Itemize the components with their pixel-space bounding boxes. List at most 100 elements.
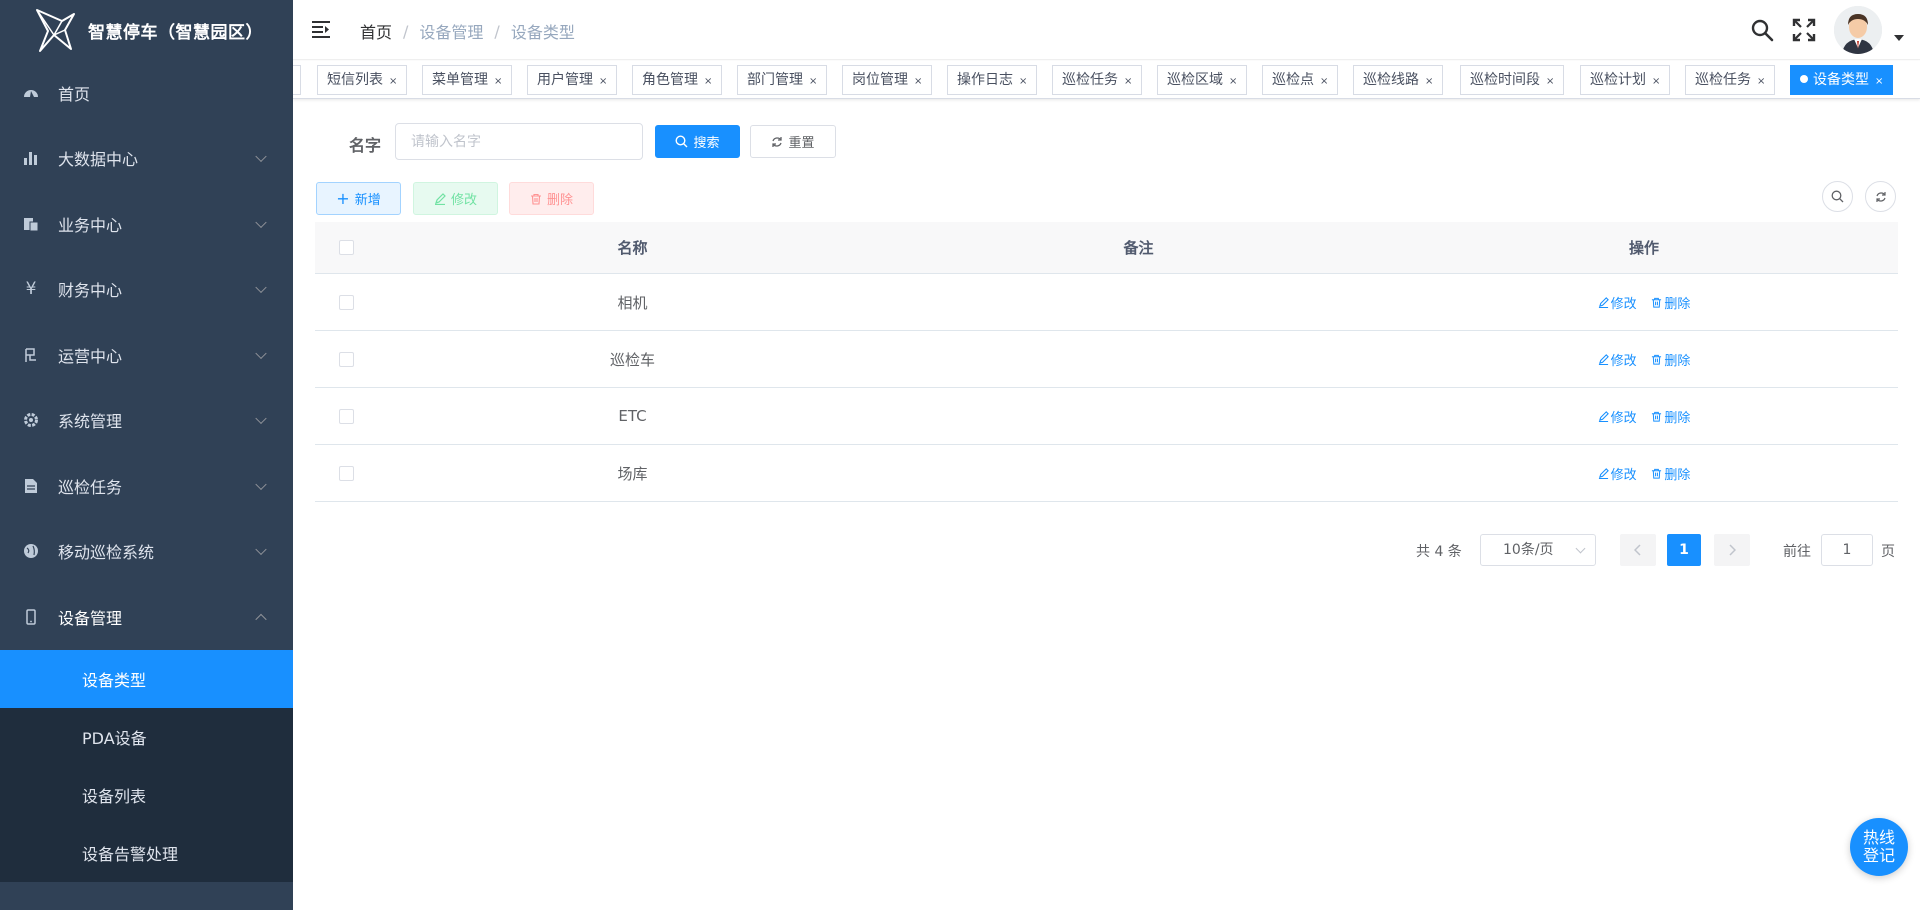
close-icon[interactable]: ×	[389, 76, 397, 87]
row-checkbox[interactable]	[339, 408, 354, 424]
close-icon[interactable]: ×	[809, 76, 817, 87]
reset-button[interactable]: 重置	[750, 125, 836, 158]
breadcrumb-home[interactable]: 首页	[360, 19, 392, 43]
sidebar-subitem-pda-device[interactable]: PDA设备	[0, 708, 293, 766]
add-button[interactable]: + 新增	[316, 182, 401, 215]
table-row: 相机 修改 删除	[315, 274, 1898, 331]
header-checkbox-cell	[315, 240, 378, 255]
close-icon[interactable]: ×	[599, 76, 607, 87]
caret-down-icon[interactable]	[1894, 35, 1904, 41]
sidebar-subitem-device-list[interactable]: 设备列表	[0, 766, 293, 824]
edit-button[interactable]: 修改	[413, 182, 498, 215]
goto-page-input[interactable]	[1821, 534, 1873, 566]
close-icon[interactable]: ×	[1425, 76, 1433, 87]
sidebar-item-home[interactable]: 首页	[0, 60, 293, 126]
tag-device-type[interactable]: 设备类型 ×	[1790, 65, 1894, 95]
tag-inspection-task-2[interactable]: 巡检任务 ×	[1685, 65, 1776, 95]
tag-sms-list[interactable]: 短信列表 ×	[317, 65, 408, 95]
sidebar-subitem-device-type[interactable]: 设备类型	[0, 649, 293, 708]
sidebar-item-bigdata[interactable]: 大数据中心	[0, 126, 293, 192]
close-icon[interactable]: ×	[1320, 76, 1328, 87]
row-checkbox[interactable]	[339, 465, 354, 481]
close-icon[interactable]: ×	[704, 76, 712, 87]
close-icon[interactable]: ×	[1875, 76, 1883, 87]
tag-inspection-point[interactable]: 巡检点 ×	[1262, 65, 1339, 95]
select-all-checkbox[interactable]	[339, 240, 354, 255]
app-logo[interactable]: 智慧停车（智慧园区）	[0, 0, 293, 60]
row-delete-label: 删除	[1664, 296, 1691, 312]
tag-dept-management[interactable]: 部门管理 ×	[737, 65, 828, 95]
name-search-input[interactable]	[395, 123, 643, 160]
tag-label: 巡检计划	[1590, 72, 1646, 88]
close-icon[interactable]: ×	[1652, 76, 1660, 87]
tag-post-management[interactable]: 岗位管理 ×	[842, 65, 933, 95]
tag-label: 短信列表	[327, 72, 383, 88]
refresh-table-button[interactable]	[1865, 181, 1896, 212]
close-icon[interactable]: ×	[1229, 76, 1237, 87]
search-icon[interactable]	[1750, 18, 1774, 42]
tag-user-management[interactable]: 用户管理 ×	[527, 65, 618, 95]
row-edit-link[interactable]: 修改	[1598, 293, 1637, 312]
page-size-select[interactable]: 10条/页	[1480, 534, 1596, 566]
page-number-current[interactable]: 1	[1667, 534, 1701, 566]
tag-label: 操作日志	[957, 72, 1013, 88]
sidebar-item-label: 首页	[58, 84, 91, 104]
row-delete-label: 删除	[1664, 353, 1691, 369]
table-header: 名称 备注 操作	[315, 222, 1898, 274]
close-icon[interactable]: ×	[914, 76, 922, 87]
row-delete-link[interactable]: 删除	[1651, 464, 1690, 483]
tag-menu-management[interactable]: 菜单管理 ×	[422, 65, 513, 95]
close-icon[interactable]: ×	[1019, 76, 1027, 87]
next-page-button[interactable]	[1714, 534, 1750, 566]
row-edit-link[interactable]: 修改	[1598, 350, 1637, 369]
row-checkbox[interactable]	[339, 294, 354, 310]
tag-inspection-plan[interactable]: 巡检计划 ×	[1580, 65, 1671, 95]
tag-inspection-task[interactable]: 巡检任务 ×	[1052, 65, 1143, 95]
row-edit-link[interactable]: 修改	[1598, 464, 1637, 483]
row-checkbox[interactable]	[339, 351, 354, 367]
sidebar-item-inspection[interactable]: 巡检任务	[0, 453, 293, 519]
tag-label: 巡检时间段	[1470, 72, 1540, 88]
row-delete-link[interactable]: 删除	[1651, 293, 1690, 312]
row-checkbox-cell	[315, 294, 378, 310]
chevron-down-icon	[255, 347, 267, 359]
tag-inspection-route[interactable]: 巡检线路 ×	[1353, 65, 1444, 95]
tag-inspection-period[interactable]: 巡检时间段 ×	[1460, 65, 1565, 95]
close-icon[interactable]: ×	[1124, 76, 1132, 87]
row-delete-link[interactable]: 删除	[1651, 407, 1690, 426]
row-edit-link[interactable]: 修改	[1598, 407, 1637, 426]
trash-icon	[530, 193, 542, 205]
tag-operation-log[interactable]: 操作日志 ×	[947, 65, 1038, 95]
breadcrumb-current: 设备类型	[510, 23, 575, 42]
tag-label: 巡检线路	[1363, 72, 1419, 88]
search-button[interactable]: 搜索	[655, 125, 740, 158]
sidebar-subitem-device-alarm[interactable]: 设备告警处理	[0, 824, 293, 882]
fullscreen-icon[interactable]	[1792, 18, 1816, 42]
file-icon	[22, 477, 40, 495]
row-checkbox-cell	[315, 465, 378, 481]
chevron-left-icon	[1634, 544, 1641, 556]
sidebar-item-finance[interactable]: ¥ 财务中心	[0, 257, 293, 323]
chevron-down-icon	[255, 216, 267, 228]
close-icon[interactable]: ×	[1757, 76, 1765, 87]
sidebar-item-operations[interactable]: 运营中心	[0, 322, 293, 388]
prev-page-button[interactable]	[1620, 534, 1656, 566]
sidebar-item-mobile-inspection[interactable]: 移动巡检系统	[0, 519, 293, 585]
table-row: ETC 修改 删除	[315, 388, 1898, 445]
hamburger-icon[interactable]	[311, 19, 331, 39]
sidebar-item-business[interactable]: 业务中心	[0, 191, 293, 257]
yuan-icon: ¥	[25, 279, 37, 300]
row-delete-link[interactable]: 删除	[1651, 350, 1690, 369]
sidebar-item-system[interactable]: 系统管理	[0, 388, 293, 454]
close-icon[interactable]: ×	[494, 76, 502, 87]
hotline-register-button[interactable]: 热线 登记	[1850, 818, 1908, 876]
delete-button[interactable]: 删除	[509, 182, 594, 215]
tag-partial[interactable]	[293, 65, 301, 95]
close-icon[interactable]: ×	[1546, 76, 1554, 87]
avatar[interactable]	[1834, 6, 1882, 54]
sidebar-item-device-management[interactable]: 设备管理	[0, 584, 293, 650]
tag-role-management[interactable]: 角色管理 ×	[632, 65, 723, 95]
breadcrumb-separator: /	[494, 21, 500, 41]
toggle-search-button[interactable]	[1822, 181, 1853, 212]
tag-inspection-area[interactable]: 巡检区域 ×	[1157, 65, 1248, 95]
